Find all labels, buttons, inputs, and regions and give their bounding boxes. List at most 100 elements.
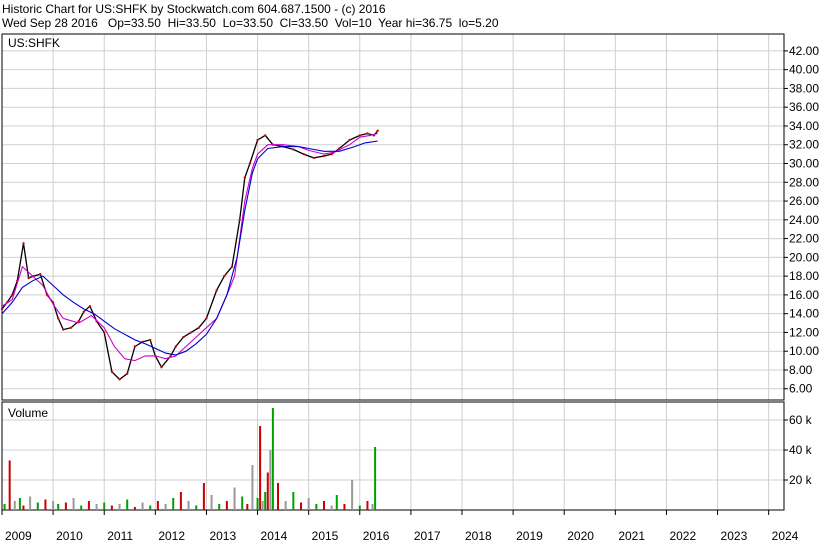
volume-bar <box>366 501 369 510</box>
price-y-tick-label: 36.00 <box>789 100 819 114</box>
price-point <box>149 338 152 342</box>
price-point <box>27 276 30 280</box>
volume-bar <box>22 505 25 510</box>
x-tick-label: 2011 <box>107 529 133 543</box>
price-point <box>366 132 369 135</box>
volume-bar <box>95 504 98 510</box>
x-tick-label: 2014 <box>261 529 288 543</box>
price-y-tick-label: 28.00 <box>789 175 819 189</box>
price-point <box>238 218 241 221</box>
x-tick-label: 2020 <box>567 529 594 543</box>
volume-bar <box>251 465 254 510</box>
x-tick-label: 2021 <box>618 529 645 543</box>
price-point <box>215 289 218 292</box>
volume-bar <box>292 492 295 510</box>
x-tick-label: 2018 <box>465 529 492 543</box>
volume-bar <box>264 492 267 510</box>
price-point <box>160 366 163 369</box>
price-y-tick-label: 6.00 <box>789 382 813 396</box>
volume-bar <box>103 502 106 510</box>
volume-bar <box>18 498 21 510</box>
volume-bar <box>133 507 136 510</box>
x-tick-label: 2012 <box>158 529 185 543</box>
price-point <box>133 345 137 348</box>
price-point <box>322 154 326 158</box>
volume-bar <box>210 495 213 510</box>
price-lines <box>0 129 379 381</box>
volume-bar <box>3 504 6 510</box>
price-point <box>243 176 246 179</box>
price-point <box>358 134 361 137</box>
price-point <box>174 345 177 348</box>
x-tick-label: 2010 <box>56 529 83 543</box>
volume-y-tick-label: 20 k <box>789 473 813 487</box>
volume-bar <box>29 496 32 510</box>
stock-chart: US:SHFK Volume 42.00 40.00 38.00 36.00 34.00… <box>0 33 819 543</box>
volume-bar <box>225 501 228 510</box>
price-point <box>62 328 65 331</box>
x-tick-label: 2023 <box>721 529 748 543</box>
chart-grid <box>1 34 784 510</box>
volume-bar <box>351 480 354 510</box>
volume-bar <box>266 472 269 510</box>
price-point <box>248 162 252 165</box>
price-y-axis: 42.00 40.00 38.00 36.00 34.00 32.00 30.00 28.00… <box>784 44 819 396</box>
volume-bar <box>241 496 244 510</box>
volume-bar <box>126 499 129 510</box>
volume-bar <box>187 501 190 510</box>
x-tick-label: 2013 <box>209 529 236 543</box>
price-series-line <box>1 130 379 381</box>
volume-bar <box>374 447 377 510</box>
price-point <box>118 378 121 381</box>
volume-y-tick-label: 40 k <box>789 443 813 457</box>
price-point <box>69 326 73 329</box>
price-point <box>302 152 305 156</box>
volume-bars <box>3 408 377 510</box>
volume-bar <box>300 502 302 510</box>
price-point <box>264 134 267 137</box>
x-tick-label: 2024 <box>772 529 799 543</box>
x-tick-label: 2022 <box>669 529 696 543</box>
price-point <box>103 331 106 334</box>
price-point <box>88 305 92 308</box>
volume-bar <box>307 498 310 510</box>
price-point <box>126 372 129 375</box>
volume-bar <box>87 501 90 510</box>
volume-bar <box>72 498 75 510</box>
price-point <box>256 138 259 142</box>
price-point <box>189 331 193 334</box>
price-y-tick-label: 38.00 <box>789 81 819 95</box>
volume-bar <box>330 505 333 510</box>
volume-bar <box>256 498 259 510</box>
price-y-tick-label: 26.00 <box>789 194 819 208</box>
volume-bar <box>323 501 325 510</box>
price-y-tick-label: 20.00 <box>789 250 819 264</box>
x-tick-label: 2019 <box>516 529 543 543</box>
price-point <box>22 242 25 245</box>
price-point <box>110 370 114 373</box>
price-point <box>348 138 351 142</box>
volume-bar <box>271 408 274 510</box>
price-point <box>223 274 226 278</box>
price-point <box>312 156 315 160</box>
price-point <box>182 335 185 339</box>
price-panel-title: US:SHFK <box>8 36 60 50</box>
volume-bar <box>44 499 47 510</box>
price-series-line <box>1 132 378 362</box>
price-y-tick-label: 10.00 <box>789 344 819 358</box>
price-y-tick-label: 8.00 <box>789 363 813 377</box>
price-series-line <box>1 140 378 356</box>
x-tick-label: 2017 <box>414 529 441 543</box>
volume-bar <box>277 483 279 510</box>
volume-bar <box>218 504 221 510</box>
volume-bar <box>261 501 264 510</box>
volume-bar <box>118 504 121 510</box>
price-y-tick-label: 42.00 <box>789 44 819 58</box>
volume-bar <box>195 505 198 510</box>
price-point <box>205 317 208 320</box>
price-y-tick-label: 40.00 <box>789 63 819 77</box>
x-axis: 2009 2010 2011 2012 2013 2014 2015 2016 2017 2018… <box>1 510 799 543</box>
volume-y-axis: 60 k 40 k 20 k <box>784 413 813 487</box>
volume-bar <box>156 501 159 510</box>
volume-bar <box>315 504 318 510</box>
